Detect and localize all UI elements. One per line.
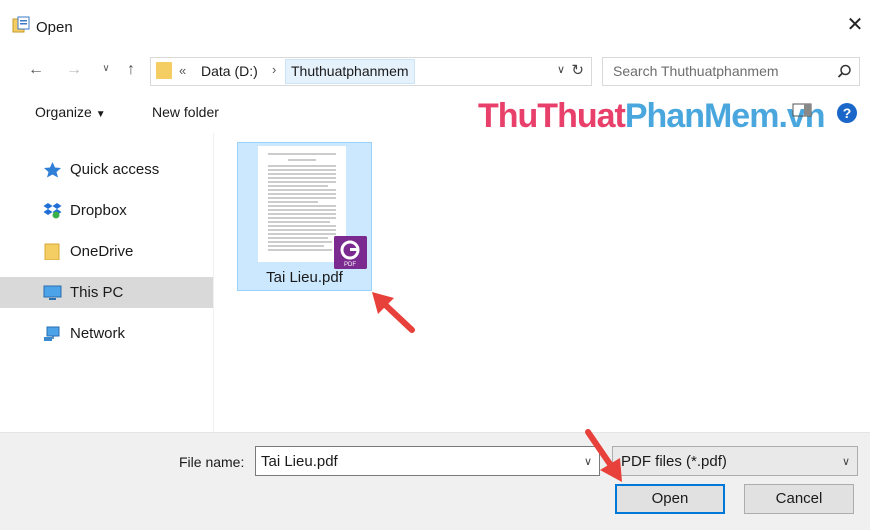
folder-icon (44, 243, 60, 260)
file-type-value: PDF files (*.pdf) (621, 453, 727, 470)
up-arrow-icon[interactable]: ↑ (121, 61, 141, 79)
recent-locations-chevron-icon[interactable]: ∨ (96, 63, 116, 74)
folder-icon (156, 62, 172, 79)
change-view-icon[interactable] (792, 103, 812, 117)
file-name-value[interactable]: Tai Lieu.pdf (261, 453, 338, 470)
star-icon (44, 162, 61, 178)
title-bar: Open ✕ (0, 0, 870, 47)
chevron-down-icon: ∨ (841, 456, 850, 468)
sidebar-item-network[interactable]: Network (0, 318, 213, 349)
search-box[interactable]: Search Thuthuatphanmem (602, 57, 860, 86)
navigation-pane: Quick access Dropbox OneDrive This PC Ne… (0, 133, 214, 432)
sidebar-item-this-pc[interactable]: This PC (0, 277, 213, 308)
breadcrumb-chevron-icon[interactable]: › (272, 62, 276, 77)
path-overflow-icon[interactable]: « (179, 63, 186, 78)
address-bar[interactable]: « Data (D:) › Thuthuatphanmem ∨ ↻ (150, 57, 592, 86)
search-input[interactable]: Search Thuthuatphanmem (613, 63, 779, 79)
organize-menu[interactable]: Organize ▼ (35, 104, 106, 120)
back-arrow-icon[interactable]: ← (26, 61, 46, 79)
breadcrumb-drive[interactable]: Data (D:) (201, 63, 258, 79)
sidebar-item-dropbox[interactable]: Dropbox (0, 195, 213, 226)
file-name-field[interactable]: Tai Lieu.pdf ∨ (255, 446, 600, 476)
sidebar-item-quick-access[interactable]: Quick access (0, 154, 213, 185)
close-button[interactable]: ✕ (840, 10, 870, 40)
annotation-arrow-icon (585, 429, 622, 482)
forward-arrow-icon[interactable]: → (64, 61, 84, 79)
sidebar-item-onedrive[interactable]: OneDrive (0, 236, 213, 267)
svg-text:PDF: PDF (344, 262, 356, 268)
watermark-logo: ThuThuatPhanMem.vn (478, 97, 826, 135)
caret-down-icon: ▼ (95, 109, 106, 120)
new-folder-button[interactable]: New folder (152, 104, 219, 120)
breadcrumb-current-folder[interactable]: Thuthuatphanmem (285, 59, 415, 84)
search-icon[interactable] (837, 64, 852, 79)
annotation-arrow-icon (372, 292, 415, 333)
file-name-field-label: File name: (179, 454, 245, 470)
window-title: Open (36, 19, 73, 36)
open-dialog-icon (12, 16, 30, 33)
file-item[interactable]: PDF Tai Lieu.pdf (237, 142, 372, 291)
help-icon[interactable]: ? (837, 103, 857, 123)
file-type-select[interactable]: PDF files (*.pdf) ∨ (612, 446, 858, 476)
network-icon (44, 326, 60, 341)
address-dropdown-icon[interactable]: ∨ (557, 63, 565, 76)
document-thumbnail (258, 146, 346, 262)
file-name-label: Tai Lieu.pdf (266, 269, 343, 286)
pdf-badge-icon: PDF (334, 236, 367, 269)
computer-icon (43, 285, 62, 300)
open-button[interactable]: Open (615, 484, 725, 514)
dropbox-icon (43, 203, 62, 219)
cancel-button[interactable]: Cancel (744, 484, 854, 514)
refresh-icon[interactable]: ↻ (571, 61, 584, 79)
